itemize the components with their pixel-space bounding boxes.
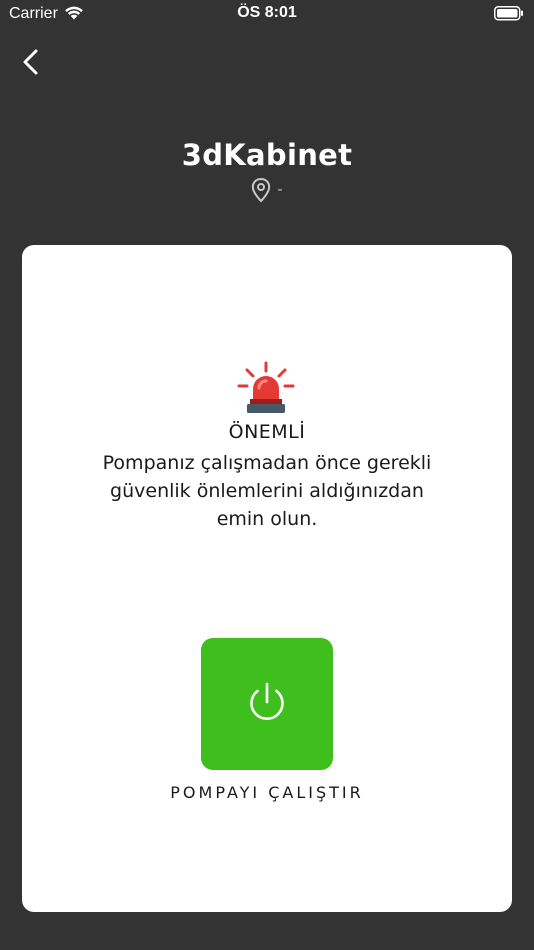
siren-icon bbox=[237, 361, 295, 413]
battery-icon bbox=[494, 6, 524, 26]
start-pump-button[interactable] bbox=[201, 638, 333, 770]
warning-title: ÖNEMLİ bbox=[228, 421, 306, 443]
location-row: - bbox=[0, 177, 534, 203]
page-title: 3dKabinet bbox=[181, 138, 353, 172]
start-pump-label[interactable]: POMPAYI ÇALIŞTIR bbox=[22, 783, 512, 802]
back-button[interactable] bbox=[14, 46, 46, 78]
location-label: - bbox=[277, 182, 283, 198]
pump-card: ÖNEMLİ Pompanız çalışmadan önce gerekli … bbox=[22, 245, 512, 912]
power-icon bbox=[250, 682, 284, 721]
status-bar: Carrier ÖS 8:01 bbox=[0, 0, 534, 28]
chevron-left-icon bbox=[23, 49, 38, 75]
warning-text: Pompanız çalışmadan önce gerekli güvenli… bbox=[102, 452, 432, 530]
location-pin-icon bbox=[252, 177, 271, 203]
status-time: ÖS 8:01 bbox=[237, 4, 297, 21]
